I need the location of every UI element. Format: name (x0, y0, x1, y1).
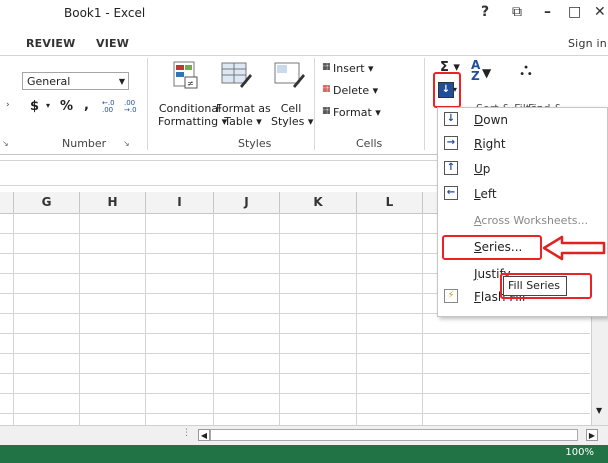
percent-button[interactable]: % (60, 99, 73, 114)
status-bar (0, 445, 608, 463)
insert-cells-icon: ▦ (322, 62, 331, 72)
column-header-h[interactable]: H (80, 192, 146, 213)
group-divider (147, 58, 148, 150)
filter-icon: ▼ (482, 66, 492, 80)
svg-text:≠: ≠ (187, 79, 194, 88)
menu-item-label: Series... (474, 240, 523, 254)
group-divider (424, 58, 425, 150)
sort-icon: AZ (471, 58, 481, 83)
menu-item-down[interactable]: ↓ Down (444, 109, 604, 131)
column-header-k[interactable]: K (280, 192, 357, 213)
help-button[interactable]: ? (481, 4, 489, 20)
scroll-right-icon[interactable]: ▶ (586, 429, 598, 441)
conditional-formatting-button[interactable]: Conditional Formatting ▾ (158, 102, 227, 128)
grid-line (0, 413, 590, 414)
grid-line (0, 353, 590, 354)
zoom-level[interactable]: 100% (565, 447, 594, 458)
menu-item-label: Up (474, 162, 491, 176)
ribbon-display-button[interactable]: ⧉ (512, 4, 522, 20)
cell-styles-button[interactable]: Cell Styles ▾ (271, 102, 313, 128)
group-label-styles: Styles (238, 137, 272, 150)
menu-item-label: Left (474, 187, 497, 201)
grid-line (0, 373, 590, 374)
maximize-button[interactable]: □ (568, 4, 581, 20)
window-title: Book1 - Excel (64, 6, 146, 20)
format-cells-icon: ▦ (322, 106, 331, 116)
group-label-number: Number (62, 137, 107, 150)
dialog-launcher-icon[interactable]: ↘ (123, 139, 130, 148)
fill-left-icon: ← (444, 186, 458, 200)
tab-review[interactable]: REVIEW (26, 37, 75, 50)
tooltip: Fill Series (503, 276, 567, 296)
horizontal-scrollbar[interactable] (210, 429, 578, 441)
group-label-cells: Cells (356, 137, 383, 150)
menu-item-label: Across Worksheets... (474, 214, 588, 227)
flash-fill-icon: ⚡ (444, 289, 458, 303)
menu-item-right[interactable]: → Right (444, 133, 604, 155)
fill-right-icon: → (444, 136, 458, 150)
chevron-right-icon: › (6, 100, 10, 110)
grid-line (0, 333, 590, 334)
column-header-i[interactable]: I (146, 192, 214, 213)
scroll-down-icon[interactable]: ▼ (596, 406, 602, 415)
delete-cells-icon: ▦ (322, 84, 331, 94)
splitter-handle-icon[interactable]: ⋮ (182, 428, 191, 438)
column-header-g[interactable]: G (14, 192, 80, 213)
grid-line (0, 393, 590, 394)
decrease-decimal-button[interactable]: .00 →.0 (124, 100, 144, 114)
scroll-left-icon[interactable]: ◀ (198, 429, 210, 441)
column-header-j[interactable]: J (214, 192, 280, 213)
menu-item-across-worksheets: Across Worksheets... (444, 210, 604, 232)
menu-item-label: Down (474, 113, 509, 127)
fill-down-icon: ↓ (441, 84, 451, 95)
conditional-formatting-icon: ≠ (172, 60, 200, 90)
close-button[interactable]: ✕ (594, 4, 606, 20)
sign-in-link[interactable]: Sign in (568, 37, 607, 50)
red-arrow-icon (542, 235, 606, 261)
number-format-value: General (27, 75, 71, 88)
comma-button[interactable]: , (84, 98, 89, 113)
menu-item-left[interactable]: ← Left (444, 183, 604, 205)
format-as-table-icon (220, 60, 252, 90)
minimize-button[interactable]: – (544, 4, 551, 20)
fill-down-icon: ↓ (444, 112, 458, 126)
group-divider (314, 58, 315, 150)
currency-button[interactable]: $ (30, 99, 39, 114)
chevron-down-icon: ▾ (46, 101, 51, 110)
fill-button[interactable]: ↓ (438, 82, 454, 98)
fill-up-icon: ↑ (444, 161, 458, 175)
cell-styles-icon (273, 60, 305, 90)
column-header-f[interactable] (0, 192, 14, 213)
binoculars-icon: ⛬ (520, 60, 532, 80)
number-format-select[interactable]: General ▼ (22, 72, 129, 90)
dialog-launcher-icon[interactable]: ↘ (2, 139, 9, 148)
delete-cells-button[interactable]: Delete ▾ (333, 84, 378, 97)
menu-item-up[interactable]: ↑ Up (444, 158, 604, 180)
increase-decimal-button[interactable]: ←.0 .00 (102, 100, 122, 114)
column-header-l[interactable]: L (357, 192, 423, 213)
chevron-down-icon: ▾ (453, 85, 458, 94)
menu-item-label: Right (474, 137, 506, 151)
format-as-table-button[interactable]: Format as Table ▾ (216, 102, 271, 128)
tab-view[interactable]: VIEW (96, 37, 129, 50)
chevron-down-icon: ▼ (118, 77, 125, 86)
insert-cells-button[interactable]: Insert ▾ (333, 62, 374, 75)
format-cells-button[interactable]: Format ▾ (333, 106, 381, 119)
